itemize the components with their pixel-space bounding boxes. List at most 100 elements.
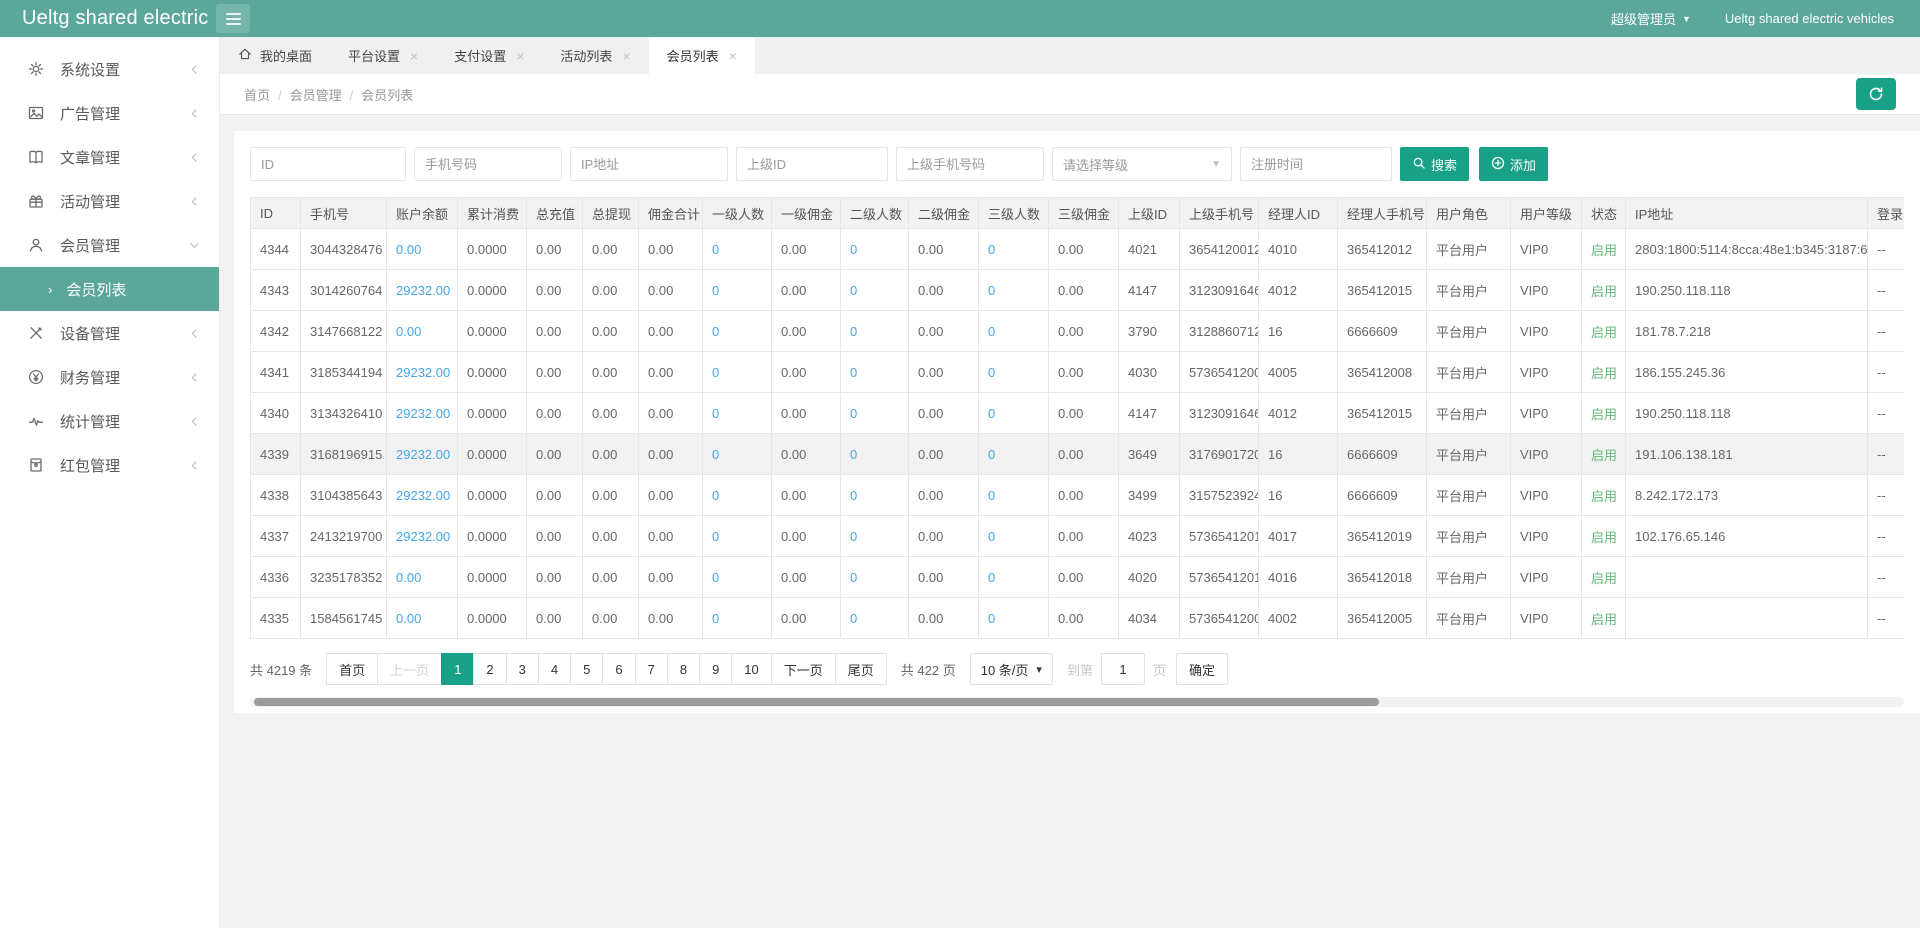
link-value[interactable]: 0 [988, 242, 995, 257]
link-value[interactable]: 0.00 [396, 324, 421, 339]
hamburger-menu-icon[interactable] [216, 4, 250, 33]
pagination-last[interactable]: 尾页 [835, 653, 887, 685]
pagination-first[interactable]: 首页 [326, 653, 378, 685]
sidebar-item-4[interactable]: 活动管理 [0, 179, 219, 223]
link-value[interactable]: 0 [712, 611, 719, 626]
link-value[interactable]: 0 [988, 283, 995, 298]
link-value[interactable]: 0 [712, 570, 719, 585]
link-value[interactable]: 0.00 [396, 570, 421, 585]
link-value[interactable]: 0 [712, 447, 719, 462]
status-badge[interactable]: 启用 [1591, 366, 1617, 381]
filter-input-3[interactable] [570, 147, 728, 181]
pagination-prev[interactable]: 上一页 [377, 653, 442, 685]
close-icon[interactable]: × [622, 48, 630, 64]
search-button[interactable]: 搜索 [1400, 147, 1469, 181]
add-button[interactable]: 添加 [1479, 147, 1548, 181]
pagination-page-4[interactable]: 4 [538, 653, 571, 685]
link-value[interactable]: 0 [988, 324, 995, 339]
link-value[interactable]: 0 [850, 570, 857, 585]
status-badge[interactable]: 启用 [1591, 243, 1617, 258]
link-value[interactable]: 0 [988, 365, 995, 380]
link-value[interactable]: 29232.00 [396, 447, 450, 462]
filter-input-4[interactable] [736, 147, 888, 181]
status-badge[interactable]: 启用 [1591, 530, 1617, 545]
link-value[interactable]: 0 [988, 570, 995, 585]
link-value[interactable]: 29232.00 [396, 406, 450, 421]
pagination-page-6[interactable]: 6 [602, 653, 635, 685]
sidebar-item-8[interactable]: 统计管理 [0, 399, 219, 443]
link-value[interactable]: 0 [988, 529, 995, 544]
tab-活动列表[interactable]: 活动列表× [542, 37, 648, 74]
close-icon[interactable]: × [516, 48, 524, 64]
status-badge[interactable]: 启用 [1591, 448, 1617, 463]
link-value[interactable]: 0 [712, 488, 719, 503]
pagination-page-2[interactable]: 2 [473, 653, 506, 685]
tab-会员列表[interactable]: 会员列表× [649, 37, 755, 74]
goto-confirm-button[interactable]: 确定 [1176, 653, 1228, 685]
link-value[interactable]: 0 [850, 406, 857, 421]
refresh-button[interactable] [1856, 78, 1896, 110]
register-time-input[interactable] [1240, 147, 1392, 181]
link-value[interactable]: 0 [988, 488, 995, 503]
link-value[interactable]: 0 [850, 488, 857, 503]
link-value[interactable]: 0 [850, 365, 857, 380]
pagination-page-7[interactable]: 7 [635, 653, 668, 685]
tab-我的桌面[interactable]: 我的桌面 [220, 37, 330, 74]
sidebar-item-6[interactable]: 设备管理 [0, 311, 219, 355]
link-value[interactable]: 29232.00 [396, 283, 450, 298]
sidebar-item-9[interactable]: 红包管理 [0, 443, 219, 487]
link-value[interactable]: 29232.00 [396, 365, 450, 380]
status-badge[interactable]: 启用 [1591, 612, 1617, 627]
pagination-page-3[interactable]: 3 [506, 653, 539, 685]
pagination-next[interactable]: 下一页 [771, 653, 836, 685]
status-badge[interactable]: 启用 [1591, 571, 1617, 586]
link-value[interactable]: 0 [850, 242, 857, 257]
link-value[interactable]: 0 [850, 324, 857, 339]
pagination-page-5[interactable]: 5 [570, 653, 603, 685]
link-value[interactable]: 0.00 [396, 611, 421, 626]
link-value[interactable]: 29232.00 [396, 488, 450, 503]
sidebar-item-7[interactable]: 财务管理 [0, 355, 219, 399]
link-value[interactable]: 0 [850, 447, 857, 462]
link-value[interactable]: 0 [988, 611, 995, 626]
close-icon[interactable]: × [729, 48, 737, 64]
breadcrumb-item[interactable]: 首页 [244, 88, 270, 103]
link-value[interactable]: 0 [712, 283, 719, 298]
tab-支付设置[interactable]: 支付设置× [436, 37, 542, 74]
link-value[interactable]: 29232.00 [396, 529, 450, 544]
status-badge[interactable]: 启用 [1591, 407, 1617, 422]
link-value[interactable]: 0 [850, 283, 857, 298]
status-badge[interactable]: 启用 [1591, 489, 1617, 504]
link-value[interactable]: 0 [712, 324, 719, 339]
per-page-select[interactable]: 10 条/页▾ [970, 653, 1053, 685]
user-role-dropdown[interactable]: 超级管理员 ▼ [1611, 9, 1691, 28]
level-select[interactable]: 请选择等级▼ [1052, 147, 1232, 181]
sidebar-item-3[interactable]: 文章管理 [0, 135, 219, 179]
status-badge[interactable]: 启用 [1591, 284, 1617, 299]
sidebar-subitem-会员列表[interactable]: ›会员列表 [0, 267, 219, 311]
goto-page-input[interactable] [1101, 653, 1145, 685]
pagination-page-1[interactable]: 1 [441, 653, 474, 685]
link-value[interactable]: 0 [988, 447, 995, 462]
link-value[interactable]: 0 [988, 406, 995, 421]
filter-input-1[interactable] [250, 147, 406, 181]
link-value[interactable]: 0 [712, 529, 719, 544]
breadcrumb-item[interactable]: 会员管理 [290, 88, 342, 103]
pagination-page-9[interactable]: 9 [699, 653, 732, 685]
sidebar-item-1[interactable]: 系统设置 [0, 47, 219, 91]
filter-input-2[interactable] [414, 147, 562, 181]
link-value[interactable]: 0 [712, 242, 719, 257]
pagination-page-10[interactable]: 10 [731, 653, 771, 685]
link-value[interactable]: 0 [850, 611, 857, 626]
scrollbar-thumb[interactable] [254, 698, 1379, 706]
tab-平台设置[interactable]: 平台设置× [330, 37, 436, 74]
link-value[interactable]: 0 [712, 365, 719, 380]
link-value[interactable]: 0 [712, 406, 719, 421]
sidebar-item-5[interactable]: 会员管理 [0, 223, 219, 267]
link-value[interactable]: 0 [850, 529, 857, 544]
status-badge[interactable]: 启用 [1591, 325, 1617, 340]
breadcrumb-item[interactable]: 会员列表 [361, 88, 413, 103]
close-icon[interactable]: × [410, 48, 418, 64]
filter-input-5[interactable] [896, 147, 1044, 181]
pagination-page-8[interactable]: 8 [667, 653, 700, 685]
